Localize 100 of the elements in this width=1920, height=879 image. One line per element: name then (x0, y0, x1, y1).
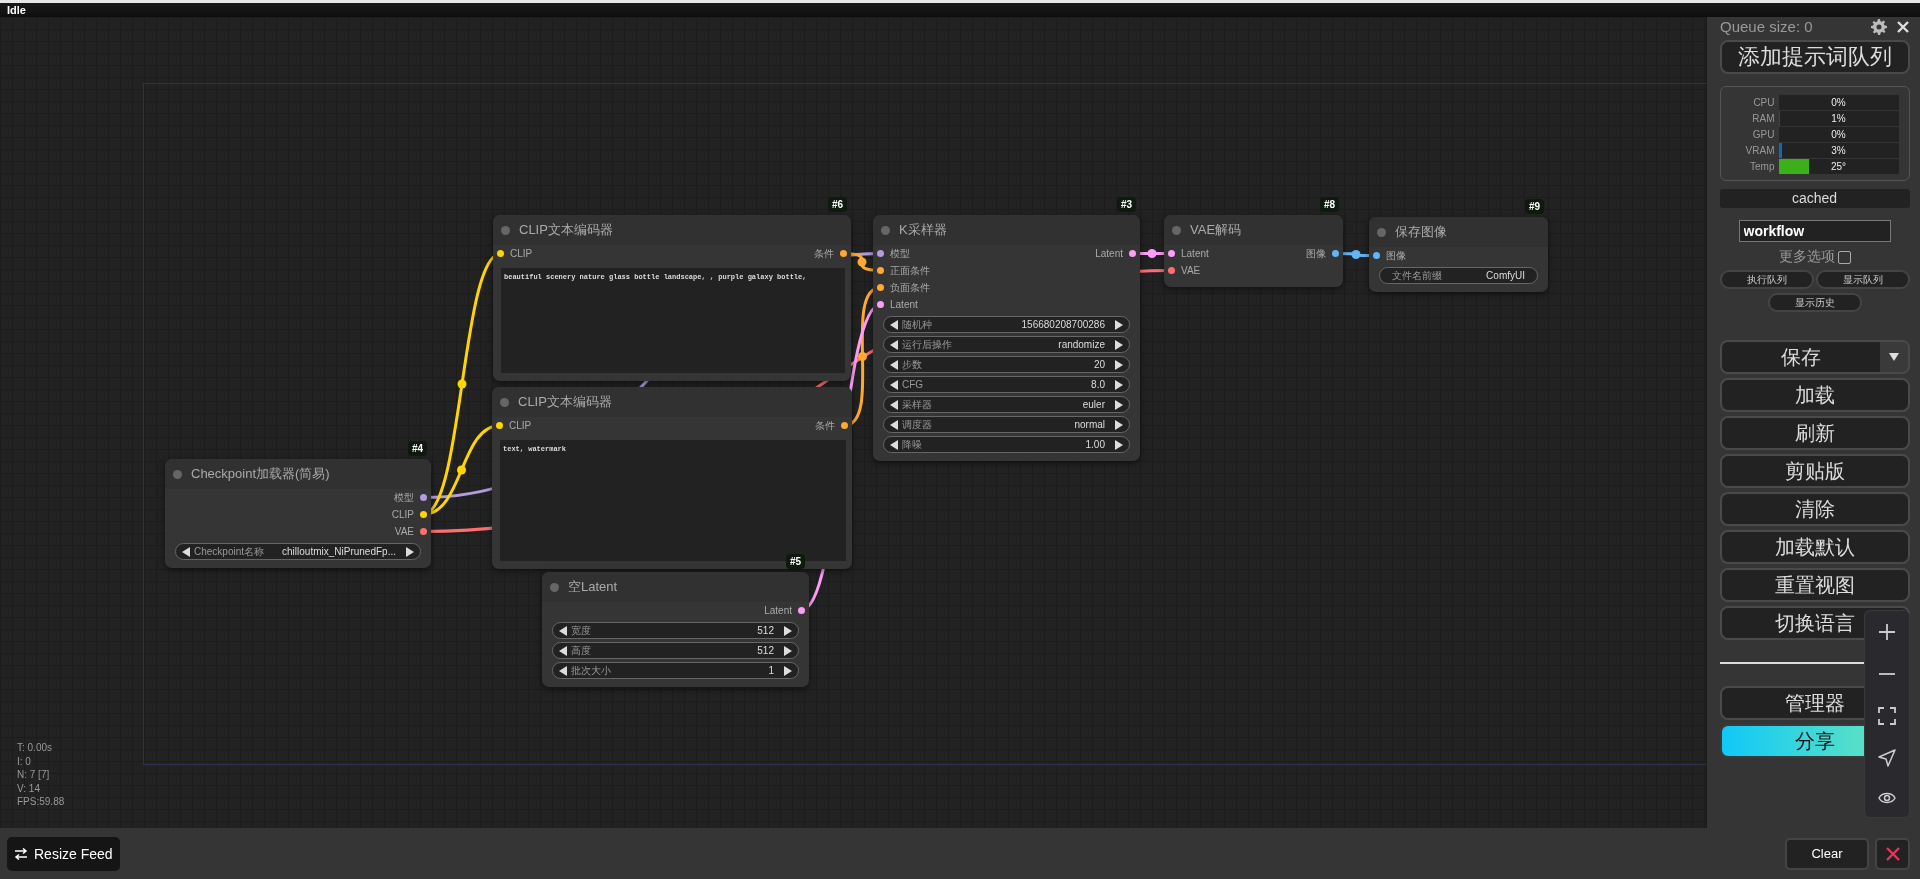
slot-label: 图像 (1306, 246, 1326, 261)
node-title: 空Latent (568, 578, 618, 596)
value-stepper[interactable]: 高度 512 (552, 642, 799, 659)
output-slot-dot[interactable] (1129, 250, 1136, 257)
value-stepper[interactable]: 宽度 512 (552, 622, 799, 639)
input-slot-dot[interactable] (1168, 267, 1175, 274)
input-slot-dot[interactable] (497, 250, 504, 257)
more-options-checkbox[interactable] (1837, 250, 1851, 264)
save-button[interactable]: 保存 (1721, 342, 1880, 372)
output-slot-dot[interactable] (840, 250, 847, 257)
increment-arrow-icon[interactable] (406, 546, 414, 557)
value-stepper[interactable]: 采样器 euler (883, 396, 1130, 413)
status-label: cached (1719, 189, 1910, 208)
collapse-dot-icon[interactable] (881, 225, 890, 235)
node-canvas[interactable] (0, 17, 1706, 828)
input-slot-dot[interactable] (496, 422, 503, 429)
slot-label: 条件 (815, 418, 835, 433)
slot-label: Latent (890, 299, 918, 310)
decrement-arrow-icon[interactable] (890, 439, 898, 450)
menu-button[interactable]: 清除 (1719, 492, 1910, 526)
collapse-dot-icon[interactable] (1172, 225, 1181, 235)
value-stepper[interactable]: 降噪 1.00 (883, 436, 1130, 453)
monitor-label: VRAM (1744, 144, 1776, 156)
slot-label: 负面条件 (890, 280, 930, 295)
decrement-arrow-icon[interactable] (182, 546, 190, 557)
caret-icon (1888, 353, 1899, 361)
monitor-label: Temp (1749, 160, 1776, 172)
input-slot-dot[interactable] (1373, 252, 1380, 259)
close-icon[interactable] (1897, 20, 1909, 33)
input-slot-dot[interactable] (877, 301, 884, 308)
dropdown-button[interactable] (1879, 342, 1908, 372)
history-button[interactable]: 显示历史 (1767, 293, 1862, 312)
menu-button[interactable]: 加载 (1719, 378, 1910, 412)
canvas-stat: V: 14 (17, 781, 41, 795)
output-slot-dot[interactable] (798, 607, 805, 614)
value-stepper[interactable]: 运行后操作 randomize (883, 336, 1130, 353)
queue-prompt-button[interactable]: 添加提示词队列 (1719, 40, 1910, 74)
slot-label: Latent (1181, 248, 1209, 259)
monitor-label: GPU (1751, 128, 1776, 140)
slot-label: VAE (394, 526, 414, 537)
menu-button[interactable]: 剪贴版 (1719, 454, 1910, 488)
clear-button[interactable]: Clear (1785, 837, 1869, 870)
collapse-dot-icon[interactable] (500, 397, 509, 407)
usage-value: 0% (1831, 96, 1846, 108)
slot-label: 正面条件 (890, 263, 930, 278)
input-slot-dot[interactable] (877, 284, 884, 291)
node-title: Checkpoint加载器(简易) (191, 465, 330, 483)
queue-button[interactable]: 执行队列 (1719, 270, 1814, 289)
slot-label: CLIP (391, 509, 414, 520)
close-icon (1884, 845, 1901, 862)
slot-label: 模型 (394, 490, 414, 505)
output-slot-dot[interactable] (1332, 250, 1339, 257)
node-id-badge: #8 (1319, 197, 1339, 212)
slot-label: VAE (1181, 265, 1201, 276)
status-text: Idle (7, 4, 26, 16)
increment-arrow-icon[interactable] (1115, 439, 1123, 450)
value-stepper[interactable]: CFG 8.0 (883, 376, 1130, 393)
input-slot-dot[interactable] (1168, 250, 1175, 257)
increment-arrow-icon[interactable] (784, 665, 792, 676)
menu-button[interactable]: 加载默认 (1719, 530, 1910, 564)
resize-feed-button[interactable]: Resize Feed (7, 836, 120, 871)
monitor-label: CPU (1752, 96, 1776, 108)
node-id-badge: #3 (1116, 197, 1136, 212)
output-slot-dot[interactable] (420, 528, 427, 535)
slot-label: Latent (764, 605, 792, 616)
menu-button[interactable]: 刷新 (1719, 416, 1910, 450)
send-icon[interactable] (1878, 749, 1896, 767)
input-slot-dot[interactable] (877, 250, 884, 257)
fit-view-icon[interactable] (1878, 707, 1896, 725)
value-stepper[interactable]: Checkpoint名称 chilloutmix_NiPrunedFp... (175, 543, 421, 560)
workflow-input[interactable]: workflow (1738, 220, 1891, 242)
canvas-stat: FPS:59.88 (17, 795, 65, 809)
output-slot-dot[interactable] (420, 511, 427, 518)
more-options-label: 更多选项 (1778, 248, 1835, 266)
collapse-dot-icon[interactable] (501, 225, 510, 235)
settings-icon[interactable] (1871, 18, 1887, 35)
node-title: K采样器 (899, 221, 947, 239)
canvas-stat: N: 7 [7] (17, 768, 51, 782)
value-stepper[interactable]: 调度器 normal (883, 416, 1130, 433)
value-stepper[interactable]: 批次大小 1 (552, 662, 799, 679)
collapse-dot-icon[interactable] (550, 582, 559, 592)
menu-button[interactable]: 重置视图 (1719, 568, 1910, 602)
canvas-stat: T: 0.00s (17, 741, 54, 755)
output-slot-dot[interactable] (841, 422, 848, 429)
slot-label: 条件 (814, 246, 834, 261)
collapse-dot-icon[interactable] (173, 469, 182, 479)
queue-button[interactable]: 显示队列 (1815, 270, 1910, 289)
output-slot-dot[interactable] (420, 494, 427, 501)
node-title: CLIP文本编码器 (518, 393, 612, 411)
close-button[interactable] (1875, 837, 1910, 870)
slot-label: 图像 (1386, 248, 1406, 263)
zoom-in-icon[interactable] (1878, 623, 1896, 641)
eye-icon[interactable] (1878, 791, 1896, 805)
value-stepper[interactable]: 随机种 156680208700286 (883, 316, 1130, 333)
decrement-arrow-icon[interactable] (559, 665, 567, 676)
collapse-dot-icon[interactable] (1377, 227, 1386, 237)
input-slot-dot[interactable] (877, 267, 884, 274)
value-stepper[interactable]: 步数 20 (883, 356, 1130, 373)
text-widget[interactable]: 文件名前缀 ComfyUI (1379, 267, 1538, 284)
slot-label: Latent (1095, 248, 1123, 259)
